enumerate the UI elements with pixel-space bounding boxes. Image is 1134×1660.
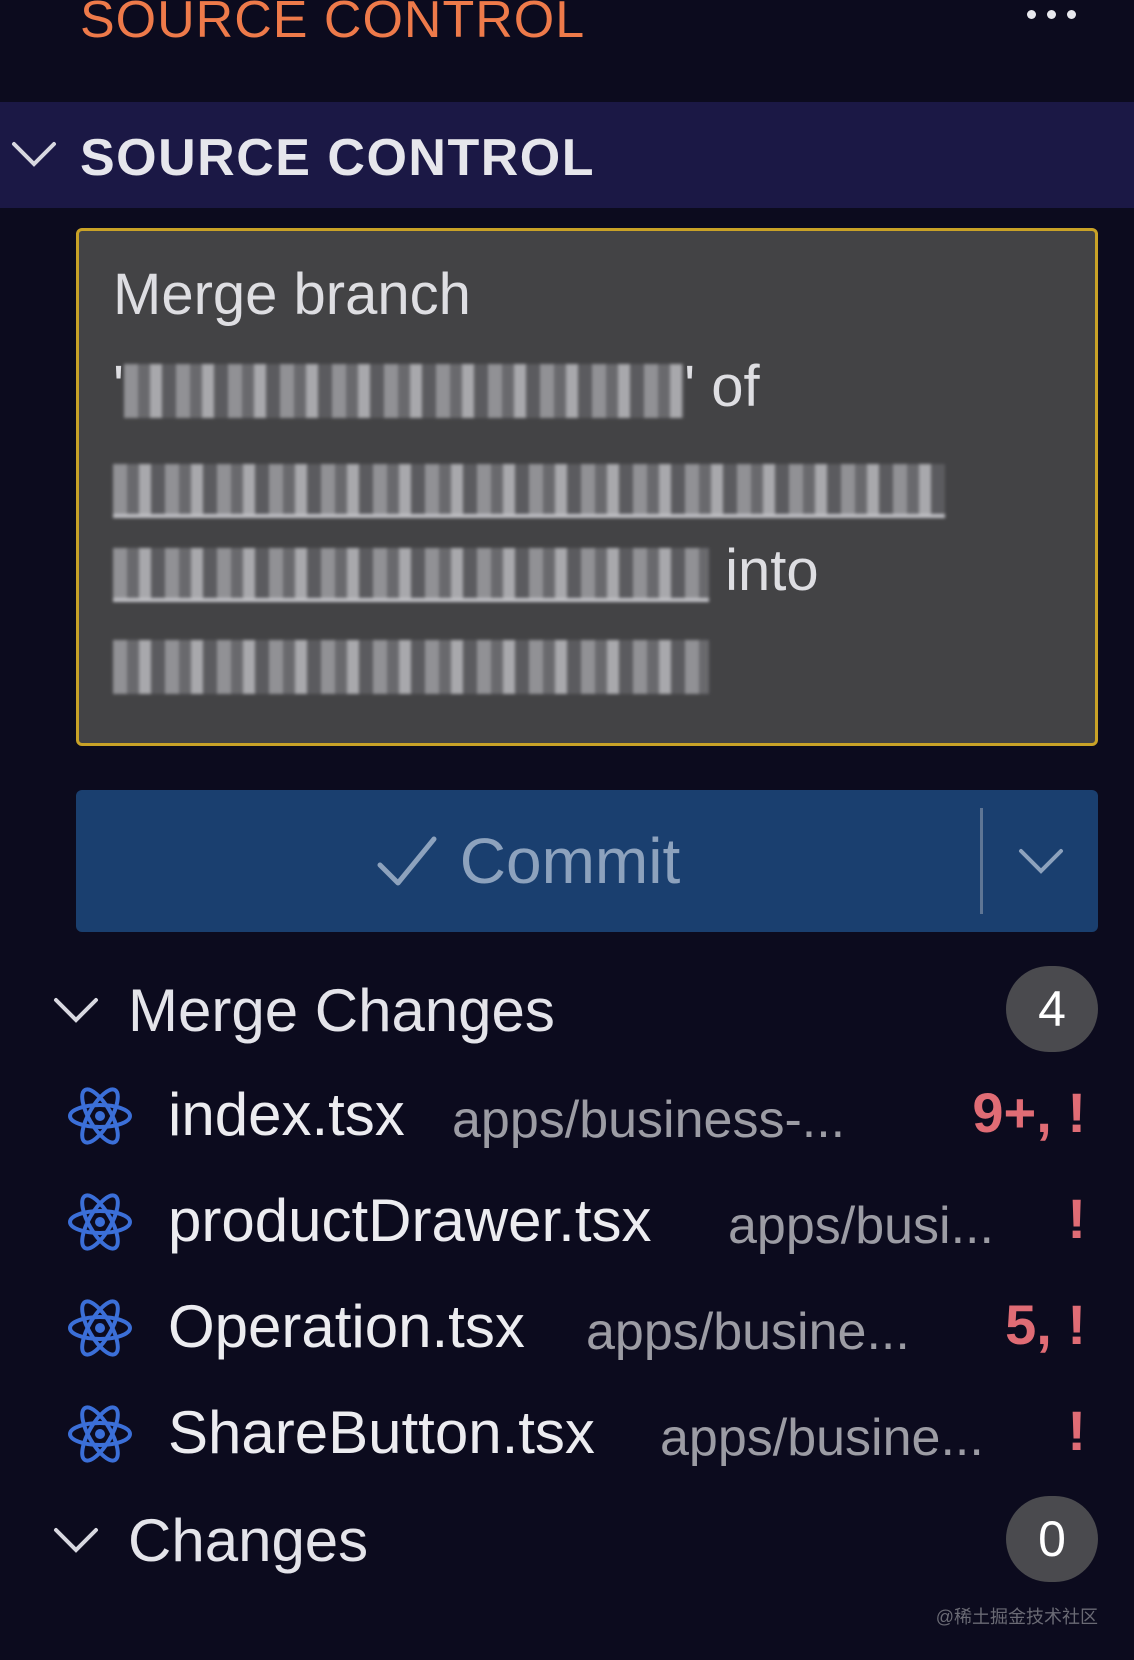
section-header[interactable]: SOURCE CONTROL bbox=[0, 102, 1134, 208]
commit-message-line bbox=[113, 629, 709, 696]
commit-message-text: ' bbox=[113, 354, 125, 419]
chevron-down-icon[interactable] bbox=[52, 994, 100, 1026]
chevron-down-icon[interactable] bbox=[52, 1524, 100, 1556]
file-status: 9+, ! bbox=[972, 1081, 1086, 1144]
file-name: index.tsx bbox=[168, 1081, 405, 1148]
chevron-down-icon bbox=[1018, 849, 1063, 874]
commit-button[interactable]: Commit bbox=[76, 790, 980, 932]
watermark: @稀土掘金技术社区 bbox=[935, 1607, 1098, 1627]
commit-message-line: Merge branch bbox=[113, 262, 471, 327]
file-path: apps/busi... bbox=[728, 1197, 994, 1255]
react-icon bbox=[68, 1087, 132, 1145]
file-row[interactable]: ShareButton.tsx apps/busine... ! bbox=[0, 1382, 1134, 1486]
file-name: ShareButton.tsx bbox=[168, 1399, 595, 1466]
commit-message-line: ' ' of bbox=[113, 353, 760, 420]
chevron-down-icon[interactable] bbox=[10, 138, 58, 172]
commit-dropdown-button[interactable] bbox=[983, 790, 1098, 932]
view-title: SOURCE CONTROL bbox=[80, 0, 586, 49]
redacted-repo-url bbox=[113, 547, 709, 602]
ellipsis-icon[interactable] bbox=[1027, 10, 1076, 19]
group-merge-changes[interactable]: Merge Changes 4 bbox=[0, 960, 1134, 1056]
file-name: Operation.tsx bbox=[168, 1293, 525, 1360]
file-path: apps/busine... bbox=[660, 1409, 984, 1467]
commit-button-group: Commit bbox=[76, 790, 1098, 932]
commit-message-line: into bbox=[113, 537, 819, 604]
commit-message-text: into bbox=[709, 538, 819, 603]
check-icon bbox=[377, 836, 437, 886]
group-title: Merge Changes bbox=[128, 977, 555, 1044]
commit-message-text: ' of bbox=[684, 354, 760, 419]
file-path: apps/busine... bbox=[586, 1303, 910, 1361]
file-path: apps/business-... bbox=[452, 1091, 846, 1149]
count-badge: 0 bbox=[1006, 1496, 1098, 1582]
file-status: 5, ! bbox=[1005, 1293, 1086, 1356]
file-row[interactable]: index.tsx apps/business-... 9+, ! bbox=[0, 1064, 1134, 1168]
source-control-panel: SOURCE CONTROL SOURCE CONTROL Merge bran… bbox=[0, 0, 1134, 1660]
group-title: Changes bbox=[128, 1507, 369, 1574]
redacted-repo-url bbox=[113, 463, 945, 518]
file-status: ! bbox=[1067, 1399, 1086, 1462]
commit-message-line bbox=[113, 453, 945, 520]
redacted-branch-name bbox=[124, 363, 685, 418]
react-icon bbox=[68, 1405, 132, 1463]
top-title-bar: SOURCE CONTROL bbox=[0, 0, 1134, 102]
file-status: ! bbox=[1067, 1187, 1086, 1250]
group-changes[interactable]: Changes 0 bbox=[0, 1490, 1134, 1586]
commit-button-label: Commit bbox=[459, 825, 681, 897]
file-name: productDrawer.tsx bbox=[168, 1187, 652, 1254]
file-row[interactable]: productDrawer.tsx apps/busi... ! bbox=[0, 1170, 1134, 1274]
react-icon bbox=[68, 1193, 132, 1251]
count-badge: 4 bbox=[1006, 966, 1098, 1052]
redacted-target-branch bbox=[113, 639, 709, 694]
react-icon bbox=[68, 1299, 132, 1357]
section-title: SOURCE CONTROL bbox=[80, 129, 595, 187]
commit-message-input[interactable]: Merge branch ' ' of into bbox=[76, 228, 1098, 746]
file-row[interactable]: Operation.tsx apps/busine... 5, ! bbox=[0, 1276, 1134, 1380]
